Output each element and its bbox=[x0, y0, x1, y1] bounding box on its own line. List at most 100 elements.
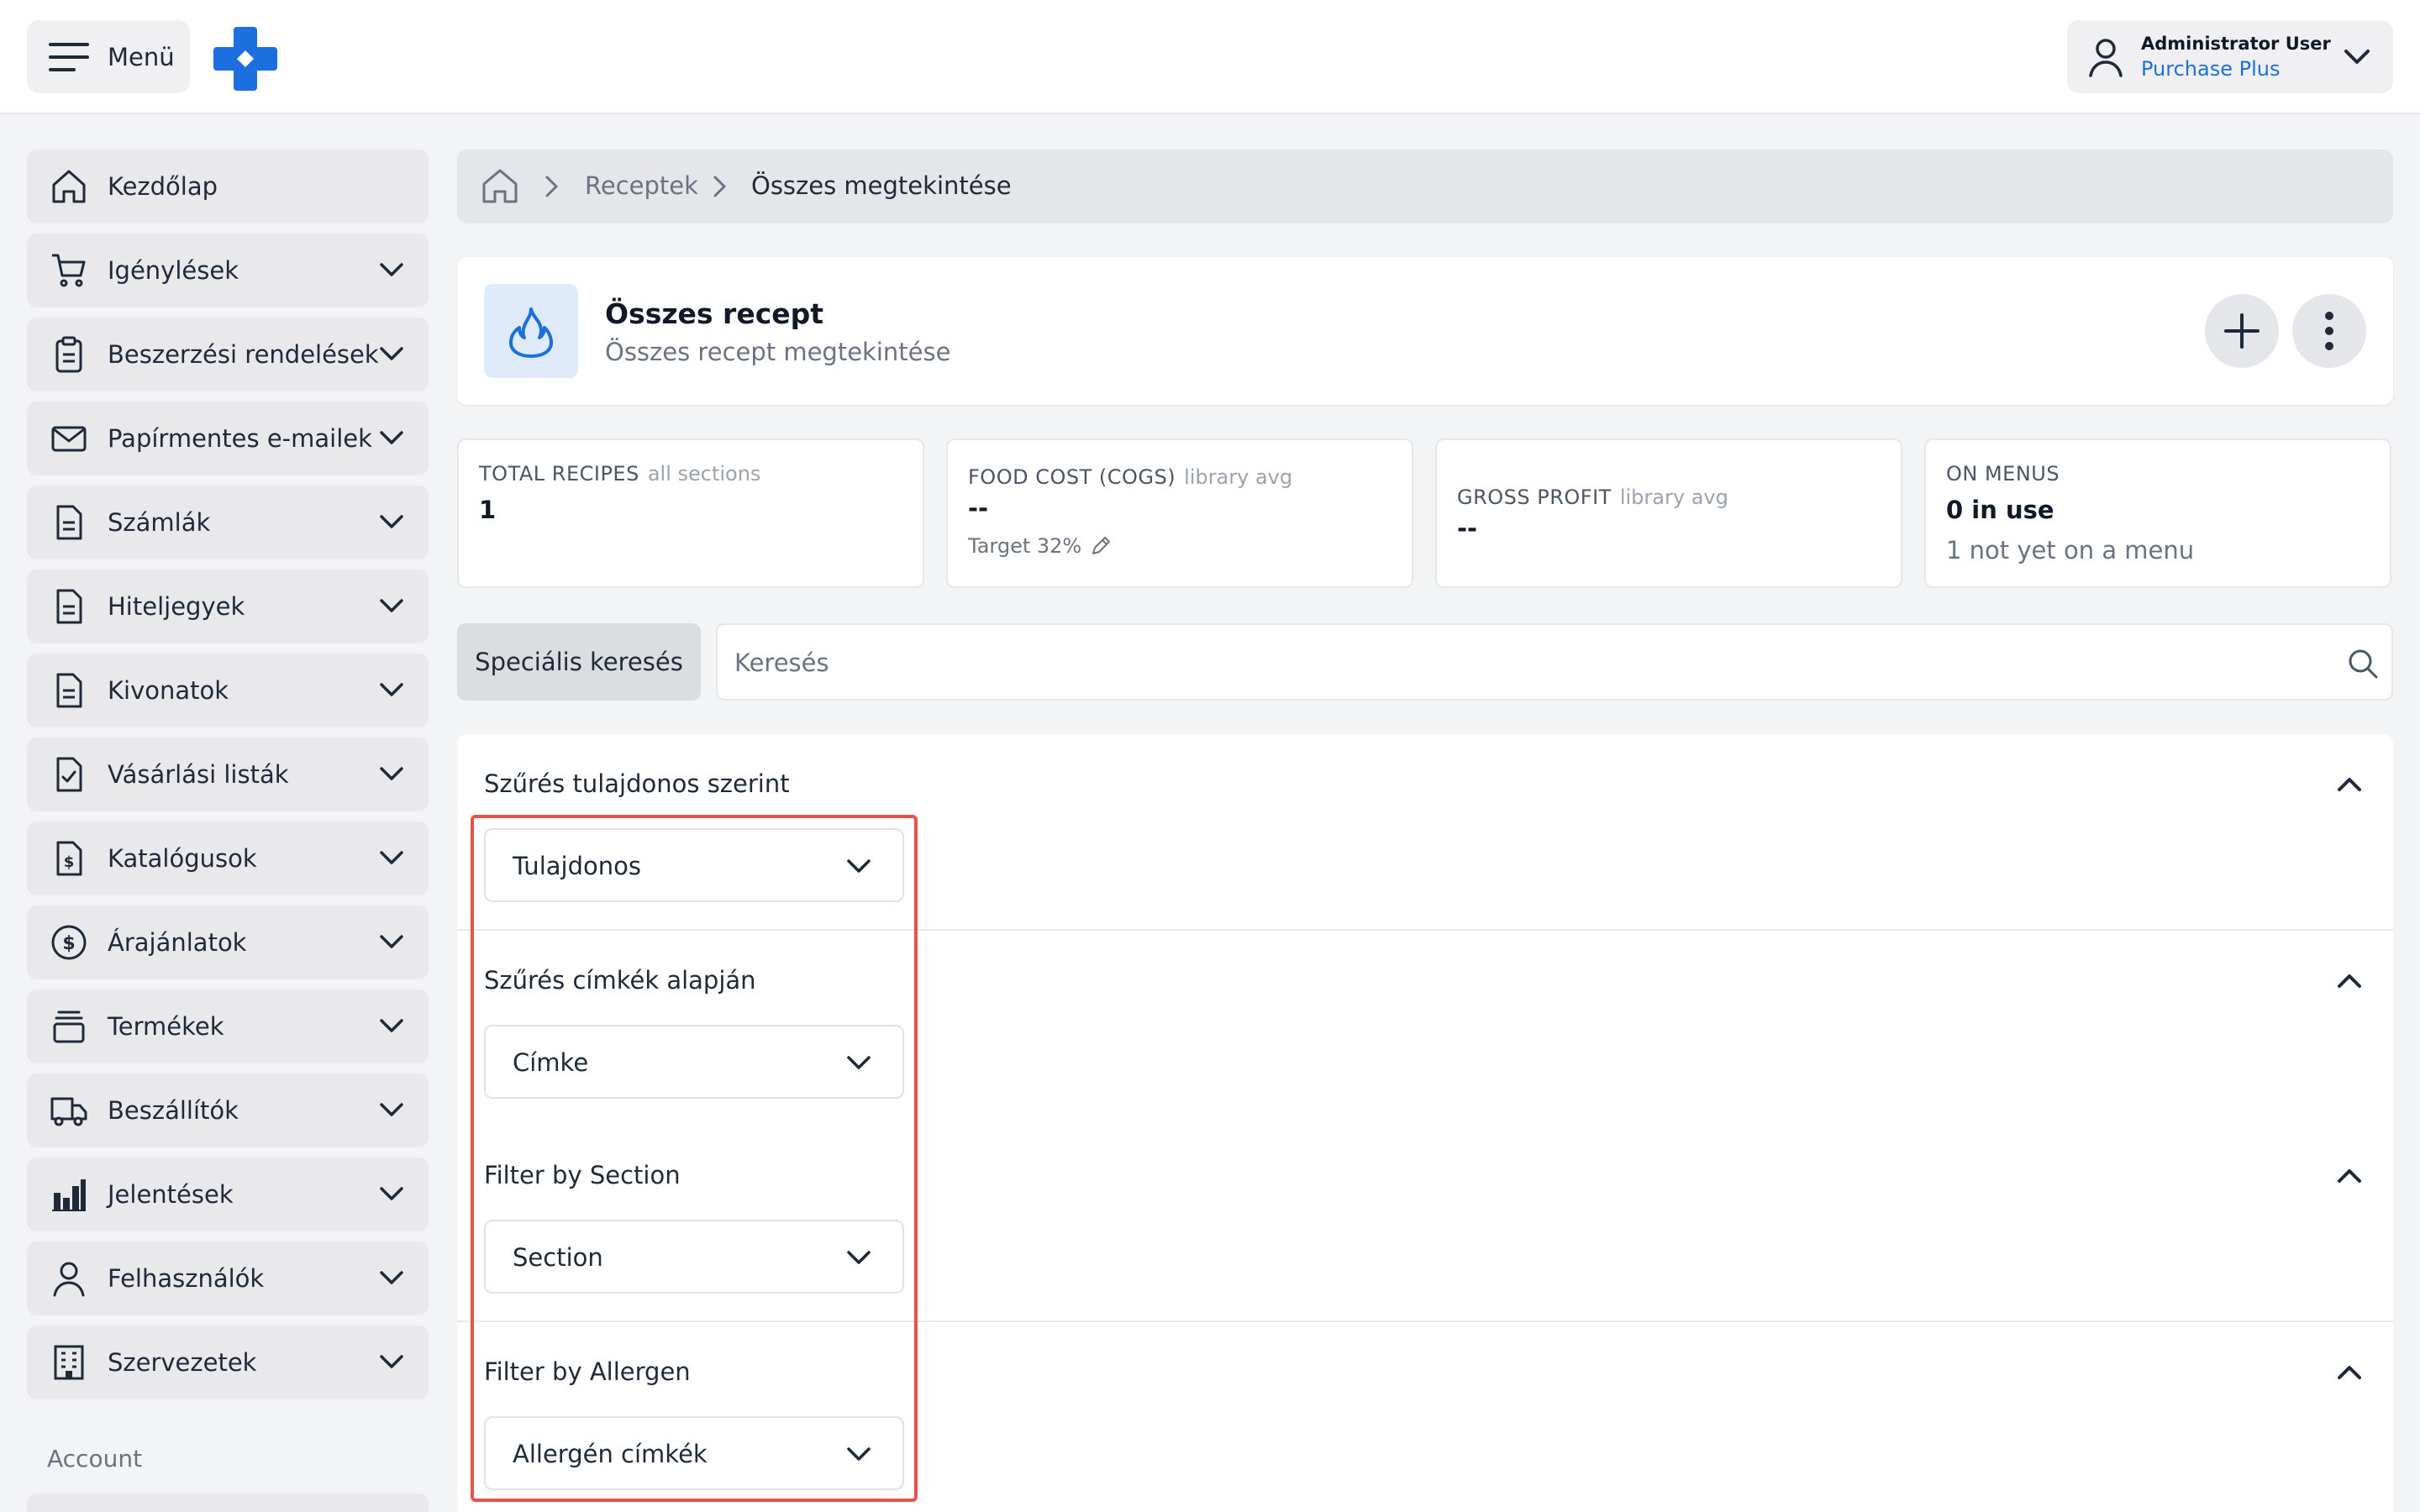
home-icon[interactable] bbox=[481, 166, 519, 205]
chevron-down-icon bbox=[378, 929, 405, 954]
sidebar-item-statements[interactable]: Kivonatok bbox=[27, 654, 429, 727]
chevron-down-icon bbox=[378, 761, 405, 786]
chevron-down-icon bbox=[378, 1265, 405, 1290]
collapse-section-filter-button[interactable] bbox=[2336, 1164, 2363, 1188]
sidebar-section-account: Account bbox=[47, 1445, 143, 1473]
stat-note: 1 not yet on a menu bbox=[1946, 536, 2195, 564]
sidebar-item-label: Kezdőlap bbox=[108, 172, 218, 201]
collapse-allergen-filter-button[interactable] bbox=[2336, 1361, 2363, 1384]
sidebar-item-label: Katalógusok bbox=[108, 844, 257, 873]
sidebar-item-organizations[interactable]: Szervezetek bbox=[27, 1326, 429, 1399]
chevron-down-icon bbox=[378, 425, 405, 450]
chevron-right-icon bbox=[709, 173, 729, 200]
stat-hint: library avg bbox=[1184, 465, 1293, 489]
sidebar-item-label: Jelentések bbox=[108, 1180, 234, 1209]
clipboard-icon bbox=[50, 336, 87, 373]
sidebar-item-partial[interactable] bbox=[27, 1494, 429, 1512]
sidebar-item-catalogs[interactable]: $ Katalógusok bbox=[27, 822, 429, 895]
sidebar-item-label: Felhasználók bbox=[108, 1264, 265, 1293]
sidebar-item-home[interactable]: Kezdőlap bbox=[27, 150, 429, 223]
add-recipe-button[interactable] bbox=[2205, 294, 2279, 368]
checklist-icon bbox=[50, 756, 87, 793]
sidebar-item-credit-notes[interactable]: Hiteljegyek bbox=[27, 570, 429, 643]
sidebar-item-label: Számlák bbox=[108, 508, 211, 537]
breadcrumb: Receptek Összes megtekintése bbox=[457, 150, 2393, 223]
sidebar-item-users[interactable]: Felhasználók bbox=[27, 1242, 429, 1315]
top-bar: Menü Administrator User Purchase Plus bbox=[0, 0, 2420, 114]
sidebar-item-purchase-orders[interactable]: Beszerzési rendelések bbox=[27, 318, 429, 391]
document-icon bbox=[50, 588, 87, 625]
more-vertical-icon bbox=[2323, 311, 2335, 351]
user-icon bbox=[2087, 37, 2124, 77]
home-icon bbox=[50, 168, 87, 205]
highlight-box bbox=[471, 815, 918, 1502]
svg-text:$: $ bbox=[64, 853, 75, 871]
cart-icon bbox=[50, 252, 87, 289]
sidebar-item-label: Igénylések bbox=[108, 256, 239, 285]
sidebar-item-label: Beszállítók bbox=[108, 1096, 239, 1125]
chevron-down-icon bbox=[378, 1013, 405, 1038]
building-icon bbox=[50, 1344, 87, 1381]
sidebar-item-requisitions[interactable]: Igénylések bbox=[27, 234, 429, 307]
svg-text:$: $ bbox=[62, 933, 75, 954]
chevron-down-icon bbox=[378, 677, 405, 702]
dollar-circle-icon: $ bbox=[50, 924, 87, 961]
sidebar-item-quotes[interactable]: $ Árajánlatok bbox=[27, 906, 429, 979]
chevron-down-icon bbox=[378, 341, 405, 366]
collapse-owner-filter-button[interactable] bbox=[2336, 773, 2363, 796]
page-title: Összes recept bbox=[605, 297, 824, 330]
chevron-down-icon bbox=[378, 1349, 405, 1374]
plus-icon bbox=[2223, 312, 2260, 349]
dollar-document-icon: $ bbox=[50, 840, 87, 877]
collapse-tag-filter-button[interactable] bbox=[2336, 969, 2363, 993]
stat-value: 1 bbox=[479, 496, 497, 524]
search-input[interactable] bbox=[734, 640, 2314, 685]
chevron-down-icon bbox=[2343, 44, 2371, 69]
sidebar-item-label: Kivonatok bbox=[108, 676, 229, 705]
stat-value: -- bbox=[1457, 514, 1478, 543]
sidebar-item-paperless-emails[interactable]: Papírmentes e-mailek bbox=[27, 402, 429, 475]
target-row: Target 32% bbox=[968, 534, 1112, 558]
menu-label: Menü bbox=[108, 42, 175, 71]
sidebar-item-label: Szervezetek bbox=[108, 1348, 257, 1377]
stat-label: TOTAL RECIPES bbox=[479, 462, 639, 486]
panel-gap bbox=[2393, 1126, 2420, 1178]
advanced-search-button[interactable]: Speciális keresés bbox=[457, 623, 701, 701]
target-text: Target 32% bbox=[968, 534, 1082, 558]
search-icon[interactable] bbox=[2346, 647, 2380, 680]
page-subtitle: Összes recept megtekintése bbox=[605, 338, 951, 366]
user-organization: Purchase Plus bbox=[2141, 57, 2281, 81]
document-icon bbox=[50, 504, 87, 541]
stat-value: 0 in use bbox=[1946, 496, 2054, 524]
stat-label: GROSS PROFIT bbox=[1457, 486, 1612, 509]
bar-chart-icon bbox=[50, 1176, 87, 1213]
page-header: Összes recept Összes recept megtekintése bbox=[457, 257, 2393, 405]
chevron-down-icon bbox=[378, 1097, 405, 1122]
user-menu[interactable]: Administrator User Purchase Plus bbox=[2067, 20, 2393, 93]
sidebar-item-label: Hiteljegyek bbox=[108, 592, 245, 621]
stat-total-recipes: TOTAL RECIPES all sections 1 bbox=[457, 438, 924, 588]
flame-icon bbox=[484, 284, 578, 378]
menu-button[interactable]: Menü bbox=[27, 20, 190, 93]
user-name: Administrator User bbox=[2141, 34, 2331, 54]
brand-logo[interactable] bbox=[213, 27, 277, 91]
hamburger-icon bbox=[49, 42, 89, 72]
user-icon bbox=[50, 1260, 87, 1297]
sidebar-item-suppliers[interactable]: Beszállítók bbox=[27, 1074, 429, 1147]
sidebar-item-label: Papírmentes e-mailek bbox=[108, 424, 372, 453]
stat-hint: all sections bbox=[647, 462, 761, 486]
sidebar-item-reports[interactable]: Jelentések bbox=[27, 1158, 429, 1231]
envelope-icon bbox=[50, 420, 87, 457]
filter-owner-title: Szűrés tulajdonos szerint bbox=[484, 769, 790, 798]
chevron-down-icon bbox=[378, 257, 405, 282]
sidebar-item-invoices[interactable]: Számlák bbox=[27, 486, 429, 559]
stat-hint: library avg bbox=[1619, 486, 1728, 509]
document-icon bbox=[50, 672, 87, 709]
more-options-button[interactable] bbox=[2292, 294, 2366, 368]
breadcrumb-link-recipes[interactable]: Receptek bbox=[585, 171, 698, 200]
sidebar-item-products[interactable]: Termékek bbox=[27, 990, 429, 1063]
sidebar-item-label: Árajánlatok bbox=[108, 928, 247, 957]
pencil-icon[interactable] bbox=[1090, 535, 1112, 557]
sidebar-item-shopping-lists[interactable]: Vásárlási listák bbox=[27, 738, 429, 811]
stat-label: FOOD COST (COGS) bbox=[968, 465, 1176, 489]
